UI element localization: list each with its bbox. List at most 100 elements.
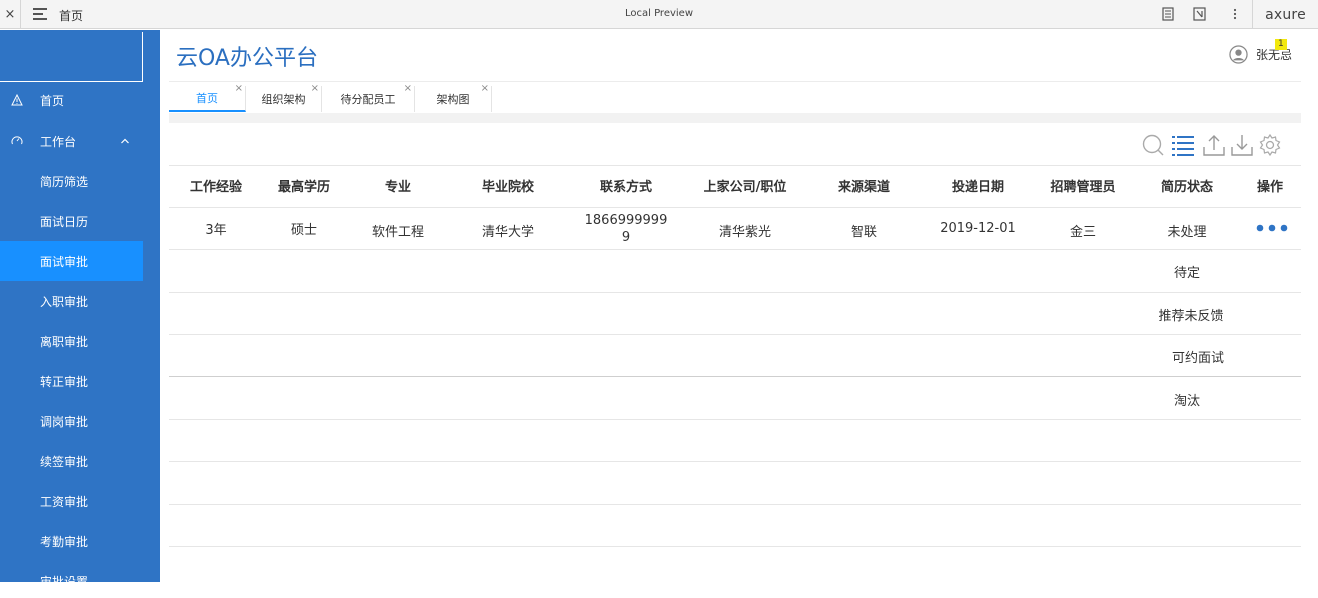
sidebar-logo-area	[0, 32, 143, 82]
cell-education: 硕士	[290, 223, 317, 238]
search-icon[interactable]	[1141, 133, 1165, 157]
table-top-border	[169, 165, 1301, 166]
sidebar-item-workbench[interactable]: 工作台	[0, 121, 143, 161]
preview-title: Local Preview	[624, 8, 694, 19]
sidebar-item-label: 面试审批	[40, 254, 89, 269]
sidebar-item-label: 审批设置	[40, 574, 89, 583]
sidebar-item-label: 工资审批	[40, 494, 89, 509]
col-header-contact[interactable]: 联系方式	[583, 176, 669, 195]
sidebar-item-interview-calendar[interactable]: 面试日历	[0, 201, 143, 241]
upload-icon[interactable]	[1202, 133, 1226, 157]
table-row-border	[169, 546, 1301, 547]
inspect-icon[interactable]	[1193, 7, 1207, 21]
header-divider	[169, 81, 1301, 82]
cell-status[interactable]: 未处理	[1145, 221, 1229, 240]
table-row-border	[169, 334, 1301, 335]
sidebar-item-label: 工作台	[40, 134, 77, 149]
notification-badge: 1	[1275, 39, 1287, 50]
table-header-border	[169, 207, 1301, 208]
sidebar-item-label: 面试日历	[40, 214, 89, 229]
tab-close-icon[interactable]: ×	[481, 83, 489, 94]
cell-contact: 1866999999 9	[583, 212, 669, 246]
tab-org-chart[interactable]: 架构图 ×	[415, 83, 492, 112]
settings-gear-icon[interactable]	[1258, 133, 1282, 157]
tab-label: 待分配员工	[340, 93, 396, 106]
sidebar-item-approval-settings[interactable]: 审批设置	[0, 561, 143, 583]
tab-label: 组织架构	[261, 93, 306, 106]
sidebar-item-label: 考勤审批	[40, 534, 89, 549]
tab-org-structure[interactable]: 组织架构 ×	[246, 83, 322, 112]
cell-school: 清华大学	[481, 225, 534, 240]
status-option-schedule-interview[interactable]: 可约面试	[1153, 347, 1243, 366]
current-page-name: 首页	[59, 9, 84, 23]
tab-close-icon[interactable]: ×	[235, 83, 243, 94]
phone-line-1: 1866999999	[584, 213, 668, 228]
col-header-source[interactable]: 来源渠道	[822, 176, 906, 195]
preview-toolbar: × 首页 Local Preview axure	[0, 0, 1318, 29]
sidebar-item-label: 续签审批	[40, 454, 89, 469]
status-option-pending[interactable]: 待定	[1142, 262, 1232, 281]
more-options-icon[interactable]	[1228, 7, 1242, 21]
table-row-border	[169, 419, 1301, 420]
phone-line-2: 9	[621, 230, 631, 245]
notes-icon[interactable]	[1161, 7, 1175, 21]
tab-close-icon[interactable]: ×	[404, 83, 412, 94]
dashboard-icon	[11, 136, 23, 145]
sidebar-item-resignation-approval[interactable]: 离职审批	[0, 321, 143, 361]
col-header-recruiter[interactable]: 招聘管理员	[1041, 176, 1125, 195]
tab-home[interactable]: 首页 ×	[169, 83, 246, 112]
table-row-border	[169, 249, 1301, 250]
tab-close-icon[interactable]: ×	[311, 83, 319, 94]
cell-date: 2019-12-01	[940, 221, 1016, 236]
col-header-major[interactable]: 专业	[362, 176, 434, 195]
status-option-recommended[interactable]: 推荐未反馈	[1146, 305, 1236, 324]
list-view-icon[interactable]	[1171, 133, 1195, 157]
download-icon[interactable]	[1230, 133, 1254, 157]
sidebar-item-label: 简历筛选	[40, 174, 89, 189]
sidebar-item-label: 转正审批	[40, 374, 89, 389]
sidebar-item-renewal-approval[interactable]: 续签审批	[0, 441, 143, 481]
col-header-status[interactable]: 简历状态	[1145, 176, 1229, 195]
status-option-rejected[interactable]: 淘汰	[1142, 390, 1232, 409]
sidebar-item-transfer-approval[interactable]: 调岗审批	[0, 401, 143, 441]
table-row-border	[169, 504, 1301, 505]
sidebar-item-salary-approval[interactable]: 工资审批	[0, 481, 143, 521]
content-separator	[169, 113, 1301, 123]
col-header-education[interactable]: 最高学历	[268, 176, 340, 195]
hamburger-menu-icon[interactable]	[33, 8, 47, 20]
sidebar: 首页 工作台 简历筛选 面试日历 面试审批 入职审批 离职审批 转正审批 调岗审…	[0, 30, 160, 582]
warning-icon	[11, 94, 23, 106]
col-header-prev-company[interactable]: 上家公司/职位	[690, 176, 800, 195]
sidebar-item-regularization-approval[interactable]: 转正审批	[0, 361, 143, 401]
col-header-actions: 操作	[1256, 180, 1283, 195]
table-row-border	[169, 461, 1301, 462]
col-header-date[interactable]: 投递日期	[936, 176, 1020, 195]
sidebar-item-label: 入职审批	[40, 294, 89, 309]
tab-label: 首页	[196, 92, 218, 105]
sidebar-item-label: 首页	[40, 93, 65, 108]
row-actions-more-icon[interactable]	[1256, 222, 1290, 234]
user-avatar-icon	[1229, 44, 1248, 64]
cell-experience: 3年	[205, 223, 227, 238]
sidebar-item-onboarding-approval[interactable]: 入职审批	[0, 281, 143, 321]
sidebar-item-interview-approval[interactable]: 面试审批	[0, 241, 143, 281]
sidebar-item-label: 离职审批	[40, 334, 89, 349]
user-menu[interactable]: 张无忌 1	[1229, 39, 1292, 64]
tab-label: 架构图	[436, 93, 470, 106]
tab-pending-employees[interactable]: 待分配员工 ×	[322, 83, 415, 112]
col-header-experience[interactable]: 工作经验	[180, 176, 252, 195]
app-title: 云OA办公平台	[176, 46, 318, 71]
table-row-border	[169, 292, 1301, 293]
close-preview-button[interactable]: ×	[0, 0, 21, 29]
cell-recruiter: 金三	[1069, 225, 1096, 240]
col-header-school[interactable]: 毕业院校	[465, 176, 551, 195]
sidebar-item-resume-screening[interactable]: 简历筛选	[0, 161, 143, 201]
cell-major: 软件工程	[371, 225, 424, 240]
table-row-border	[169, 376, 1301, 377]
sidebar-item-home[interactable]: 首页	[0, 80, 143, 120]
chevron-up-icon[interactable]	[120, 136, 130, 146]
cell-prev-company: 清华紫光	[718, 225, 771, 240]
sidebar-item-attendance-approval[interactable]: 考勤审批	[0, 521, 143, 561]
sidebar-item-label: 调岗审批	[40, 414, 89, 429]
cell-source: 智联	[850, 225, 877, 240]
